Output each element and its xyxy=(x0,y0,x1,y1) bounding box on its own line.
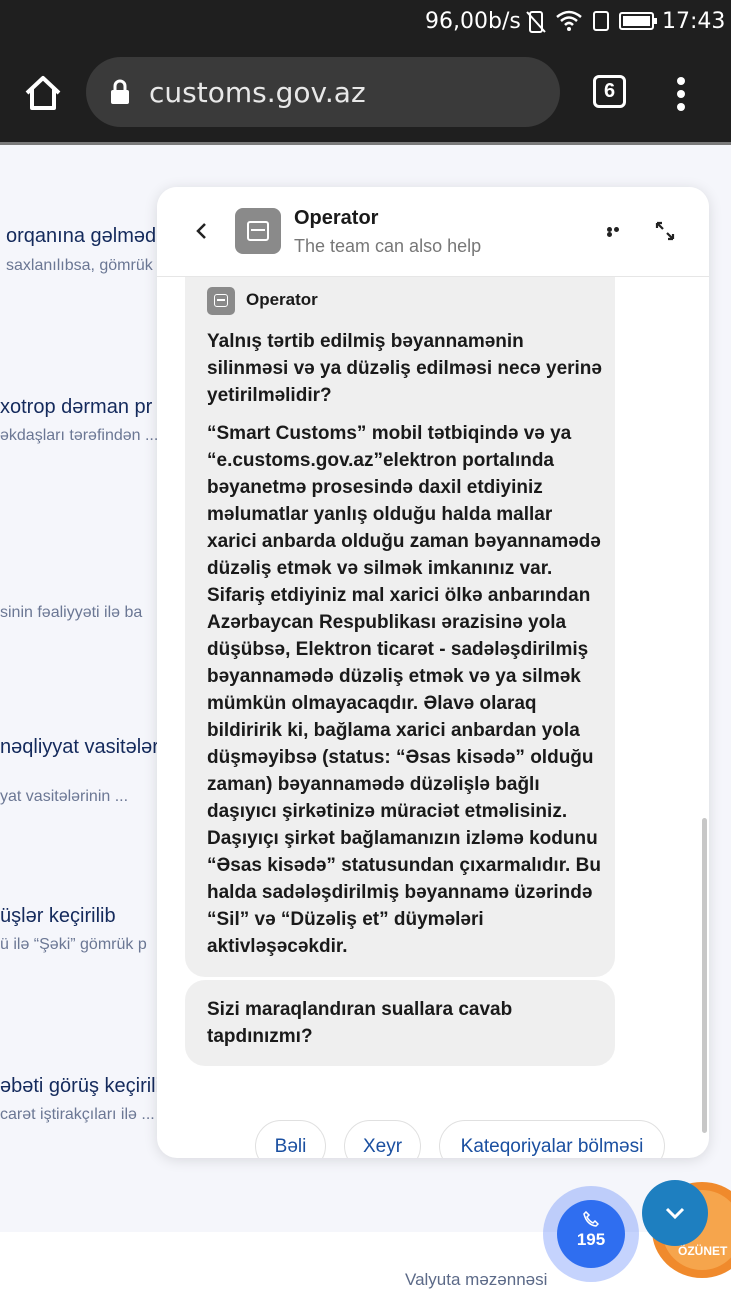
news-item[interactable]: xotrop dərman pr əkdaşları tərəfindən ..… xyxy=(0,396,158,445)
operator-avatar xyxy=(235,208,281,254)
news-item[interactable]: nəqliyyat vasitələri yat vasitələrinin .… xyxy=(0,736,163,806)
chat-scrollbar[interactable] xyxy=(702,818,707,1133)
status-bar: 96,00b/s 17:43 xyxy=(0,0,731,42)
phone-icon xyxy=(583,1210,600,1232)
lock-icon xyxy=(110,79,130,110)
expand-icon xyxy=(655,221,675,241)
reply-no-button[interactable]: Xeyr xyxy=(344,1120,421,1158)
operator-avatar-small xyxy=(207,287,235,315)
reply-yes-button[interactable]: Bəli xyxy=(255,1120,326,1158)
message-sender: Operator xyxy=(246,290,318,309)
message-question: Yalnış tərtib edilmiş bəyannamənin silin… xyxy=(207,331,602,406)
collapse-chat-button[interactable] xyxy=(642,1180,708,1246)
clock: 17:43 xyxy=(662,9,726,34)
tab-switcher-button[interactable]: 6 xyxy=(593,75,626,108)
more-options-button[interactable] xyxy=(674,77,688,111)
expand-button[interactable] xyxy=(655,221,675,241)
chat-widget: Operator The team can also help Operator… xyxy=(157,187,709,1158)
news-item[interactable]: sinin fəaliyyəti ilə ba xyxy=(0,596,142,622)
battery-icon xyxy=(619,11,659,36)
url-text: customs.gov.az xyxy=(149,76,366,109)
chat-header: Operator The team can also help xyxy=(157,187,709,277)
back-button[interactable] xyxy=(191,219,211,243)
operator-subtitle: The team can also help xyxy=(294,236,482,256)
wifi-icon xyxy=(555,10,583,37)
call-number: 195 xyxy=(576,1230,606,1249)
chevron-left-icon xyxy=(196,223,206,239)
chat-menu-button[interactable] xyxy=(607,227,627,237)
chat-messages[interactable]: Operator Yalnış tərtib edilmiş bəyannamə… xyxy=(157,277,709,1158)
news-item[interactable]: üşlər keçirilib ü ilə “Şəki” gömrük p xyxy=(0,905,147,954)
news-item[interactable]: əbəti görüş keçirili carət iştirakçıları… xyxy=(0,1075,160,1124)
message-answer: “Smart Customs” mobil tətbiqində və ya “… xyxy=(207,423,601,957)
chevron-down-icon xyxy=(665,1207,685,1220)
asan-label: ÖZÜNET xyxy=(678,1244,728,1258)
operator-message: Operator Yalnış tərtib edilmiş bəyannamə… xyxy=(185,277,615,977)
news-item[interactable]: orqanına gəlməd saxlanılıbsa, gömrük xyxy=(6,225,156,275)
home-icon xyxy=(25,76,61,110)
browser-toolbar: customs.gov.az 6 xyxy=(0,42,731,142)
vibrate-icon xyxy=(525,10,547,39)
operator-name: Operator xyxy=(294,207,379,229)
currency-rates-link[interactable]: Valyuta məzənnəsi xyxy=(405,1270,547,1290)
sim-icon xyxy=(592,10,610,37)
home-button[interactable] xyxy=(22,72,64,114)
address-bar[interactable]: customs.gov.az xyxy=(86,57,560,127)
followup-text: Sizi maraqlandıran suallara cavab tapdın… xyxy=(207,999,513,1047)
categories-button[interactable]: Kateqoriyalar bölməsi xyxy=(439,1120,665,1158)
network-speed: 96,00b/s xyxy=(425,9,521,34)
call-195-button[interactable]: 195 xyxy=(557,1200,625,1268)
followup-message: Sizi maraqlandıran suallara cavab tapdın… xyxy=(185,980,615,1066)
